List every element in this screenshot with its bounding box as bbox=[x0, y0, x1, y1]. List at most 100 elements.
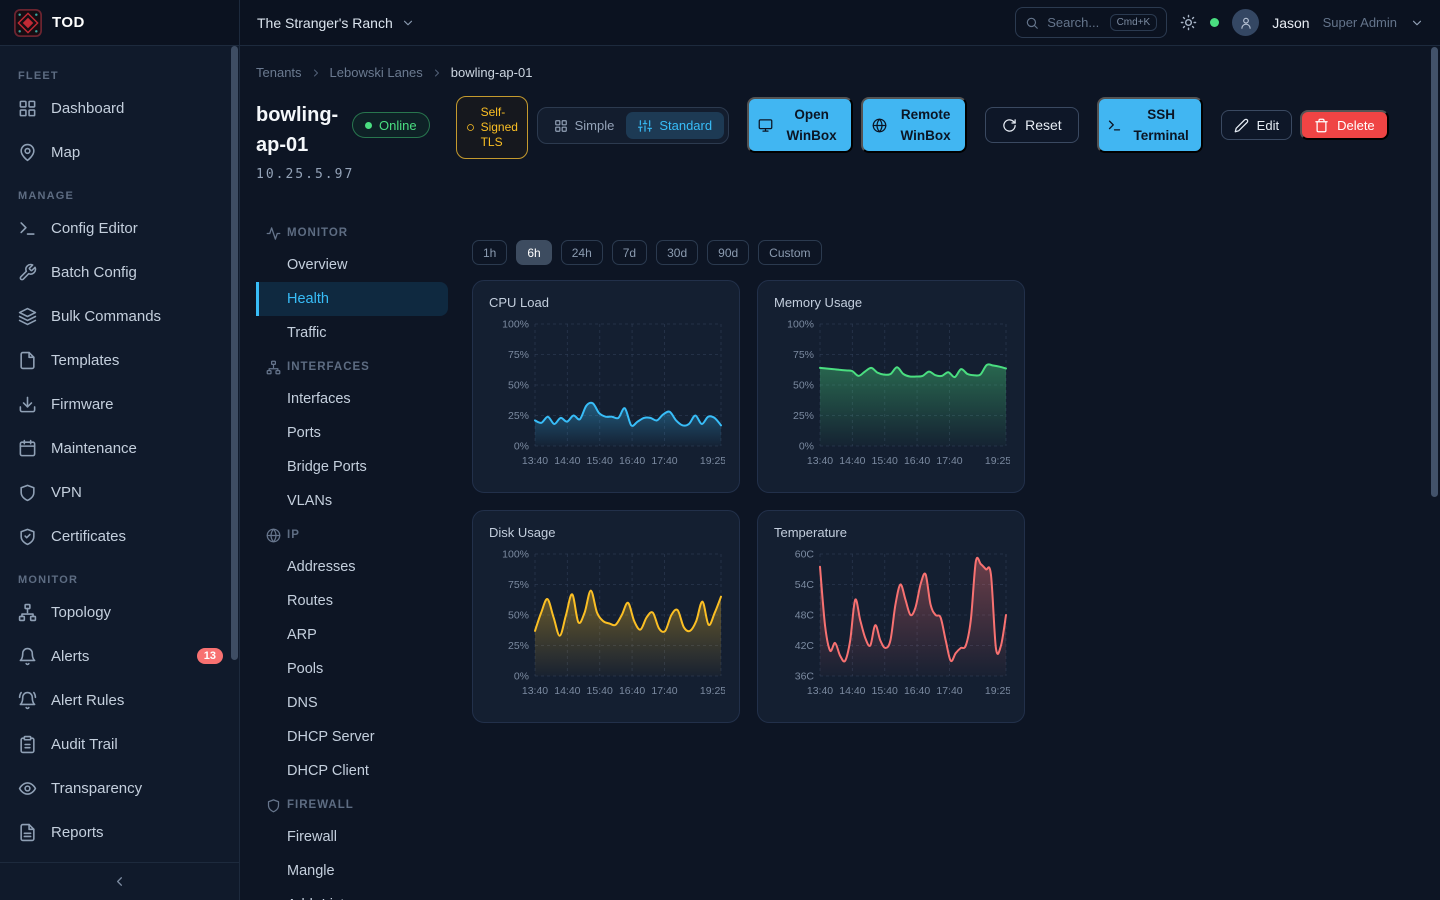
sidebar-item-config-editor[interactable]: Config Editor bbox=[0, 206, 239, 250]
svg-text:14:40: 14:40 bbox=[554, 455, 580, 467]
sidebar-item-topology[interactable]: Topology bbox=[0, 590, 239, 634]
topbar: TOD The Stranger's Ranch Search... Cmd+K… bbox=[0, 0, 1440, 46]
view-mode-label: Standard bbox=[659, 118, 712, 133]
connection-status-dot bbox=[1210, 18, 1219, 27]
edit-button[interactable]: Edit bbox=[1221, 110, 1292, 140]
sidebar-item-firmware[interactable]: Firmware bbox=[0, 382, 239, 426]
device-nav-item-ports[interactable]: Ports bbox=[256, 416, 448, 450]
user-role: Super Admin bbox=[1323, 15, 1397, 30]
svg-text:25%: 25% bbox=[508, 640, 529, 652]
svg-text:54C: 54C bbox=[795, 579, 815, 591]
shield-icon bbox=[266, 798, 281, 813]
device-nav-item-dhcp-server[interactable]: DHCP Server bbox=[256, 720, 448, 754]
svg-text:50%: 50% bbox=[508, 380, 529, 392]
device-nav-item-addr-lists[interactable]: Addr Lists bbox=[256, 888, 448, 900]
device-nav-item-interfaces[interactable]: Interfaces bbox=[256, 382, 448, 416]
svg-text:13:40: 13:40 bbox=[522, 455, 548, 467]
sidebar-item-reports[interactable]: Reports bbox=[0, 810, 239, 854]
button-label: Edit bbox=[1257, 118, 1279, 133]
reset-button[interactable]: Reset bbox=[985, 107, 1079, 143]
device-nav-item-vlans[interactable]: VLANs bbox=[256, 484, 448, 518]
sidebar-item-label: Batch Config bbox=[51, 264, 137, 281]
delete-button[interactable]: Delete bbox=[1300, 110, 1389, 140]
device-nav-item-bridge-ports[interactable]: Bridge Ports bbox=[256, 450, 448, 484]
chart-title: CPU Load bbox=[489, 295, 723, 310]
sidebar-item-label: Audit Trail bbox=[51, 736, 118, 753]
device-nav-item-traffic[interactable]: Traffic bbox=[256, 316, 448, 350]
svg-text:14:40: 14:40 bbox=[554, 685, 580, 697]
sidebar-item-templates[interactable]: Templates bbox=[0, 338, 239, 382]
sliders-icon bbox=[638, 119, 652, 133]
topology-icon bbox=[18, 603, 37, 622]
sidebar-collapse-button[interactable] bbox=[0, 862, 239, 900]
status-label: Online bbox=[379, 118, 417, 133]
tls-warning-label: Self-Signed TLS bbox=[481, 105, 519, 150]
device-nav-section-label: IP bbox=[287, 529, 300, 541]
ssh-terminal-button[interactable]: SSH Terminal bbox=[1097, 97, 1203, 153]
window-scrollbar[interactable] bbox=[1431, 47, 1438, 497]
device-nav-item-mangle[interactable]: Mangle bbox=[256, 854, 448, 888]
tls-warning-badge: Self-Signed TLS bbox=[456, 96, 528, 159]
device-nav-item-dhcp-client[interactable]: DHCP Client bbox=[256, 754, 448, 788]
breadcrumb-tenant[interactable]: Lebowski Lanes bbox=[330, 65, 423, 80]
chart-plot: 100%75%50%25%0%13:4014:4015:4016:4017:40… bbox=[489, 316, 723, 482]
device-name: bowling-ap-01 bbox=[256, 100, 346, 160]
sidebar-item-alerts[interactable]: Alerts13 bbox=[0, 634, 239, 678]
chart-plot: 100%75%50%25%0%13:4014:4015:4016:4017:40… bbox=[489, 546, 723, 712]
svg-text:15:40: 15:40 bbox=[587, 455, 613, 467]
avatar[interactable] bbox=[1232, 9, 1259, 36]
device-nav-item-overview[interactable]: Overview bbox=[256, 248, 448, 282]
sidebar-item-label: Maintenance bbox=[51, 440, 137, 457]
sidebar-item-bulk-commands[interactable]: Bulk Commands bbox=[0, 294, 239, 338]
sidebar-item-maintenance[interactable]: Maintenance bbox=[0, 426, 239, 470]
device-nav-item-arp[interactable]: ARP bbox=[256, 618, 448, 652]
svg-text:17:40: 17:40 bbox=[651, 685, 677, 697]
sidebar-item-label: Alerts bbox=[51, 648, 89, 665]
user-name: Jason bbox=[1272, 15, 1309, 31]
svg-text:16:40: 16:40 bbox=[904, 455, 930, 467]
chart-plot: 60C54C48C42C36C13:4014:4015:4016:4017:40… bbox=[774, 546, 1008, 712]
device-nav-item-routes[interactable]: Routes bbox=[256, 584, 448, 618]
sidebar-item-label: Topology bbox=[51, 604, 111, 621]
time-range-30d[interactable]: 30d bbox=[656, 240, 698, 265]
time-range-1h[interactable]: 1h bbox=[472, 240, 507, 265]
view-mode-standard[interactable]: Standard bbox=[626, 112, 724, 139]
time-range-6h[interactable]: 6h bbox=[516, 240, 551, 265]
view-mode-simple[interactable]: Simple bbox=[542, 112, 627, 139]
time-range-7d[interactable]: 7d bbox=[612, 240, 647, 265]
sidebar-item-map[interactable]: Map bbox=[0, 130, 239, 174]
device-nav-item-health[interactable]: Health bbox=[256, 282, 448, 316]
sidebar-item-alert-rules[interactable]: Alert Rules bbox=[0, 678, 239, 722]
svg-text:42C: 42C bbox=[795, 640, 815, 652]
sidebar-item-transparency[interactable]: Transparency bbox=[0, 766, 239, 810]
tenant-selector[interactable]: The Stranger's Ranch bbox=[257, 15, 415, 31]
chevron-down-icon[interactable] bbox=[1410, 16, 1424, 30]
sidebar-scrollbar[interactable] bbox=[231, 46, 238, 660]
time-range-24h[interactable]: 24h bbox=[561, 240, 603, 265]
breadcrumb-device: bowling-ap-01 bbox=[451, 65, 533, 80]
device-nav-item-firewall[interactable]: Firewall bbox=[256, 820, 448, 854]
sidebar-item-dashboard[interactable]: Dashboard bbox=[0, 86, 239, 130]
device-nav-item-dns[interactable]: DNS bbox=[256, 686, 448, 720]
device-nav-item-addresses[interactable]: Addresses bbox=[256, 550, 448, 584]
time-range-90d[interactable]: 90d bbox=[707, 240, 749, 265]
chevron-right-icon bbox=[431, 67, 443, 79]
device-nav-section-firewall: FIREWALLFirewallMangleAddr ListsConnTrac… bbox=[256, 790, 448, 900]
time-range-custom[interactable]: Custom bbox=[758, 240, 821, 265]
app-title: TOD bbox=[52, 14, 85, 31]
sidebar-item-certificates[interactable]: Certificates bbox=[0, 514, 239, 558]
chevron-down-icon bbox=[401, 16, 415, 30]
breadcrumb-tenants[interactable]: Tenants bbox=[256, 65, 302, 80]
sidebar-section-fleet: FLEETDashboardMap bbox=[0, 70, 239, 174]
open-winbox-button[interactable]: Open WinBox bbox=[747, 97, 853, 153]
remote-winbox-button[interactable]: Remote WinBox bbox=[861, 97, 967, 153]
sidebar-item-batch-config[interactable]: Batch Config bbox=[0, 250, 239, 294]
button-label: Reset bbox=[1025, 117, 1062, 133]
device-nav-section-label: FIREWALL bbox=[287, 799, 354, 811]
sidebar-item-audit-trail[interactable]: Audit Trail bbox=[0, 722, 239, 766]
sidebar-item-vpn[interactable]: VPN bbox=[0, 470, 239, 514]
sidebar-section-monitor: MONITORTopologyAlerts13Alert RulesAudit … bbox=[0, 574, 239, 854]
theme-toggle-sun-icon[interactable] bbox=[1180, 14, 1197, 31]
device-nav-item-pools[interactable]: Pools bbox=[256, 652, 448, 686]
search-input[interactable]: Search... Cmd+K bbox=[1015, 7, 1167, 38]
